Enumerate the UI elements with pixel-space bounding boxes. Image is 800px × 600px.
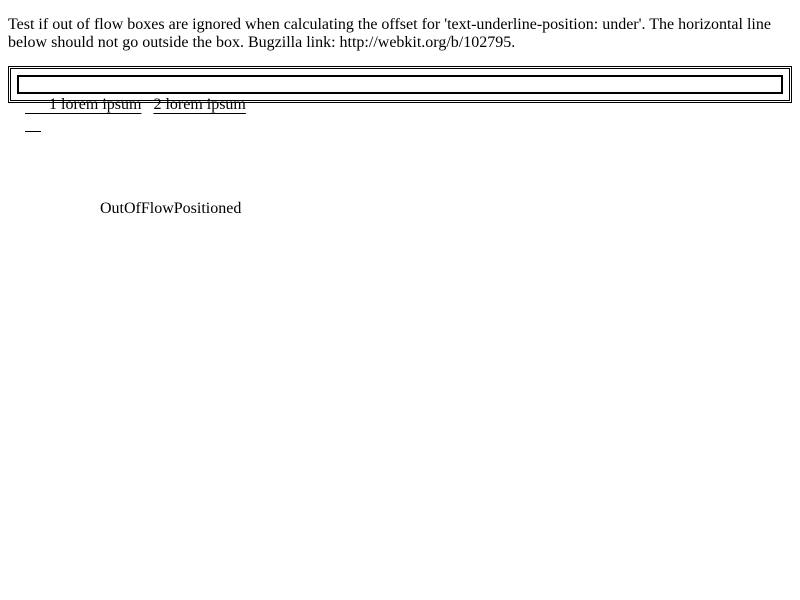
underlined-text-line: 1 lorem ipsum 2 lorem ipsum	[25, 78, 246, 132]
lorem-item-1: 1 lorem ipsum	[49, 96, 142, 113]
test-description: Test if out of flow boxes are ignored wh…	[8, 16, 771, 51]
out-of-flow-positioned-label: OutOfFlowPositioned	[100, 200, 242, 217]
test-inner-box: 1 lorem ipsum 2 lorem ipsum	[17, 75, 783, 113]
test-outer-box: 1 lorem ipsum 2 lorem ipsum	[8, 66, 792, 113]
lorem-item-2: 2 lorem ipsum	[153, 96, 246, 113]
